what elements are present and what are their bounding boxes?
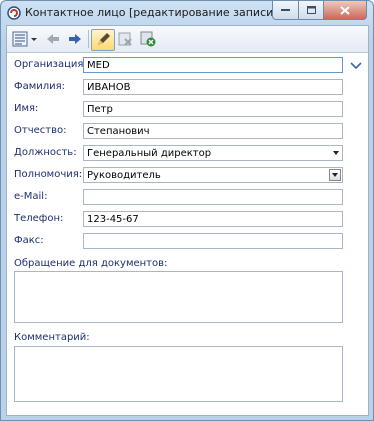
minimize-button[interactable] [272, 1, 299, 20]
phone-value: 123-45-67 [87, 214, 139, 225]
maximize-icon [306, 6, 316, 14]
authority-label: Полномочия: [14, 169, 83, 180]
position-value: Генеральный директор [87, 148, 212, 159]
fax-label: Факс: [14, 235, 44, 246]
patronymic-value: Степанович [87, 126, 150, 137]
dropdown-button-icon[interactable] [329, 169, 341, 181]
delete-icon [118, 32, 132, 46]
last-name-label: Фамилия: [14, 81, 66, 92]
back-arrow-icon [47, 34, 59, 44]
close-icon [340, 5, 350, 15]
edit-pencil-icon [98, 33, 110, 45]
first-name-field[interactable]: Петр [83, 101, 343, 117]
app-icon [7, 6, 21, 20]
first-name-value: Петр [87, 104, 113, 115]
phone-field[interactable]: 123-45-67 [83, 211, 343, 227]
authority-value: Руководитель [87, 170, 161, 181]
forward-button[interactable] [65, 29, 85, 49]
menu-dropdown-button[interactable] [11, 29, 39, 49]
back-button[interactable] [43, 29, 63, 49]
comment-label: Комментарий: [14, 332, 90, 343]
window-title: Контактное лицо [редактирование записи] [25, 6, 278, 19]
close-button[interactable] [324, 1, 367, 20]
last-name-value: ИВАНОВ [87, 82, 131, 93]
organization-value: MED [87, 60, 110, 71]
email-field[interactable] [83, 189, 343, 205]
patronymic-label: Отчество: [14, 125, 67, 136]
dialog-window: Контактное лицо [редактирование записи] [0, 0, 374, 421]
organization-label: Организация: [14, 59, 87, 70]
salutation-label: Обращение для документов: [14, 258, 168, 269]
maximize-button[interactable] [299, 1, 324, 20]
comment-textarea[interactable] [14, 346, 343, 402]
save-close-icon [140, 31, 156, 47]
position-label: Должность: [14, 147, 77, 158]
dropdown-arrow-icon[interactable] [333, 151, 339, 155]
salutation-textarea[interactable] [14, 271, 343, 323]
delete-button[interactable] [115, 29, 135, 49]
list-menu-icon [12, 31, 37, 47]
dialog-body: Организация: MED Фамилия: ИВАНОВ Имя: Пе… [6, 25, 369, 416]
save-close-button[interactable] [138, 29, 158, 49]
phone-label: Телефон: [14, 213, 64, 224]
organization-field[interactable]: MED [83, 57, 343, 73]
title-bar[interactable]: Контактное лицо [редактирование записи] [1, 1, 373, 25]
chevron-down-icon[interactable] [350, 62, 362, 70]
fax-field[interactable] [83, 233, 343, 249]
forward-arrow-icon [69, 34, 81, 44]
authority-select[interactable]: Руководитель [83, 167, 343, 183]
email-label: e-Mail: [14, 191, 48, 202]
patronymic-field[interactable]: Степанович [83, 123, 343, 139]
last-name-field[interactable]: ИВАНОВ [83, 79, 343, 95]
contact-form: Организация: MED Фамилия: ИВАНОВ Имя: Пе… [7, 53, 368, 415]
toolbar [7, 26, 368, 53]
position-combobox[interactable]: Генеральный директор [83, 145, 343, 161]
toolbar-separator [88, 30, 89, 48]
first-name-label: Имя: [14, 103, 39, 114]
minimize-icon [281, 9, 290, 11]
window-controls [272, 1, 367, 20]
edit-button[interactable] [91, 29, 115, 51]
